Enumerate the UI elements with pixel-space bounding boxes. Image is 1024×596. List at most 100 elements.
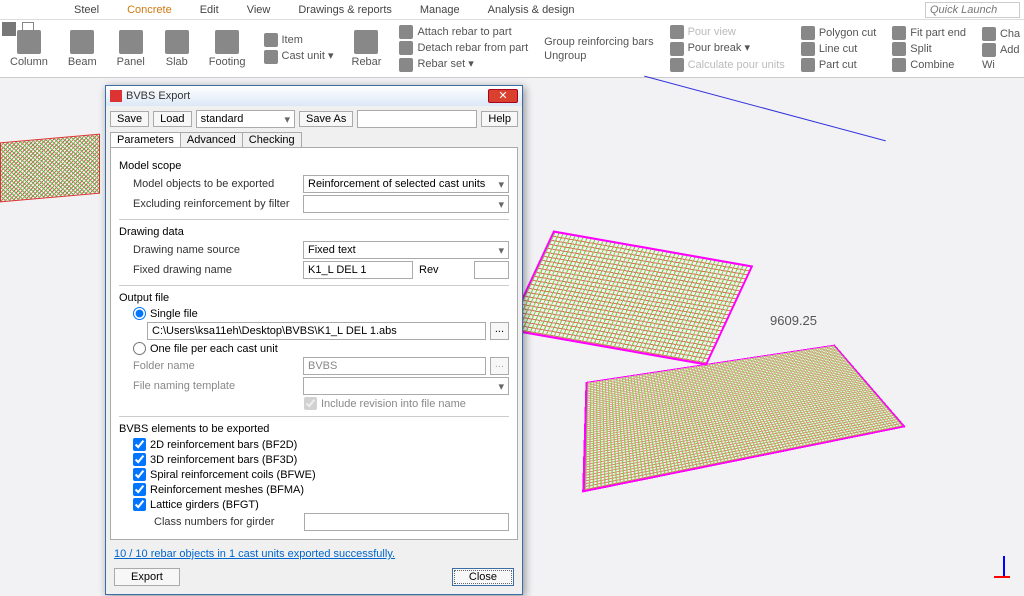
ribbon-pour-break[interactable]: Pour break ▾ bbox=[670, 41, 785, 55]
item-icon bbox=[264, 33, 278, 47]
single-file-path-input[interactable] bbox=[147, 322, 486, 340]
fixed-name-label: Fixed drawing name bbox=[133, 264, 303, 276]
elem-lattice-label: Lattice girders (BFGT) bbox=[150, 499, 259, 511]
include-rev-label: Include revision into file name bbox=[321, 398, 466, 410]
elem-spiral-label: Spiral reinforcement coils (BFWE) bbox=[150, 469, 316, 481]
include-rev-checkbox bbox=[304, 397, 317, 410]
elem-3d-label: 3D reinforcement bars (BF3D) bbox=[150, 454, 297, 466]
ribbon-chamfer[interactable]: Cha bbox=[982, 27, 1020, 41]
rebar-icon bbox=[354, 30, 378, 54]
elem-mesh-checkbox[interactable] bbox=[133, 483, 146, 496]
model-objects-combo[interactable]: Reinforcement of selected cast units bbox=[303, 175, 509, 193]
folder-input bbox=[303, 357, 486, 375]
menu-analysis[interactable]: Analysis & design bbox=[474, 4, 589, 16]
drawing-src-label: Drawing name source bbox=[133, 244, 303, 256]
ribbon-ungroup[interactable]: Ungroup bbox=[544, 50, 653, 62]
panel-icon bbox=[119, 30, 143, 54]
ribbon-wi[interactable]: Wi bbox=[982, 59, 1020, 71]
ribbon-rebar-set[interactable]: Rebar set ▾ bbox=[399, 57, 528, 71]
menu-steel[interactable]: Steel bbox=[60, 4, 113, 16]
folder-browse-button: ... bbox=[490, 357, 509, 375]
close-dialog-button[interactable]: Close bbox=[452, 568, 514, 586]
ribbon-polygon-cut[interactable]: Polygon cut bbox=[801, 26, 876, 40]
load-button[interactable]: Load bbox=[153, 111, 191, 127]
dialog-icon bbox=[110, 90, 122, 102]
single-file-radio[interactable] bbox=[133, 307, 146, 320]
ribbon-added[interactable]: Add bbox=[982, 43, 1020, 57]
menu-manage[interactable]: Manage bbox=[406, 4, 474, 16]
attach-icon bbox=[399, 25, 413, 39]
save-button[interactable]: Save bbox=[110, 111, 149, 127]
menu-edit[interactable]: Edit bbox=[186, 4, 233, 16]
one-per-label: One file per each cast unit bbox=[150, 343, 278, 355]
footing-icon bbox=[215, 30, 239, 54]
elem-2d-label: 2D reinforcement bars (BF2D) bbox=[150, 439, 297, 451]
close-button[interactable]: ✕ bbox=[488, 89, 518, 103]
menu-bar: Steel Concrete Edit View Drawings & repo… bbox=[0, 0, 1024, 20]
ribbon-rebar[interactable]: Rebar bbox=[342, 20, 392, 77]
save-as-button[interactable]: Save As bbox=[299, 111, 353, 127]
ribbon-calc-pour: Calculate pour units bbox=[670, 58, 785, 72]
export-button[interactable]: Export bbox=[114, 568, 180, 586]
elem-lattice-checkbox[interactable] bbox=[133, 498, 146, 511]
ribbon-footing[interactable]: Footing bbox=[199, 20, 256, 77]
ribbon-panel[interactable]: Panel bbox=[107, 20, 155, 77]
drawing-src-combo[interactable]: Fixed text bbox=[303, 241, 509, 259]
tab-advanced[interactable]: Advanced bbox=[180, 132, 243, 147]
exclude-filter-combo[interactable] bbox=[303, 195, 509, 213]
menu-drawings[interactable]: Drawings & reports bbox=[284, 4, 406, 16]
ribbon-beam[interactable]: Beam bbox=[58, 20, 107, 77]
elem-3d-checkbox[interactable] bbox=[133, 453, 146, 466]
dialog-titlebar[interactable]: BVBS Export ✕ bbox=[106, 86, 522, 106]
browse-button[interactable]: ... bbox=[490, 322, 509, 340]
rev-input[interactable] bbox=[474, 261, 509, 279]
output-file-heading: Output file bbox=[119, 292, 509, 304]
ribbon-split[interactable]: Split bbox=[892, 42, 966, 56]
pourview-icon bbox=[670, 25, 684, 39]
rev-label: Rev bbox=[419, 264, 439, 276]
help-button[interactable]: Help bbox=[481, 111, 518, 127]
mesh-block-2 bbox=[582, 345, 906, 493]
save-as-input[interactable] bbox=[357, 110, 477, 128]
detach-icon bbox=[399, 41, 413, 55]
tab-checking[interactable]: Checking bbox=[242, 132, 302, 147]
beam-icon bbox=[70, 30, 94, 54]
elem-2d-checkbox[interactable] bbox=[133, 438, 146, 451]
bvbs-export-dialog: BVBS Export ✕ Save Load standard Save As… bbox=[105, 85, 523, 595]
slab-icon bbox=[165, 30, 189, 54]
split-icon bbox=[892, 42, 906, 56]
menu-concrete[interactable]: Concrete bbox=[113, 4, 186, 16]
axis-gizmo[interactable] bbox=[994, 556, 1014, 586]
cha-icon bbox=[982, 27, 996, 41]
elem-spiral-checkbox[interactable] bbox=[133, 468, 146, 481]
class-numbers-input[interactable] bbox=[304, 513, 509, 531]
add-icon bbox=[982, 43, 996, 57]
ribbon-group-bars[interactable]: Group reinforcing bars bbox=[544, 36, 653, 48]
combine-icon bbox=[892, 58, 906, 72]
ribbon-combine[interactable]: Combine bbox=[892, 58, 966, 72]
tab-parameters[interactable]: Parameters bbox=[110, 132, 181, 147]
naming-label: File naming template bbox=[133, 380, 303, 392]
folder-label: Folder name bbox=[133, 360, 303, 372]
status-link[interactable]: 10 / 10 rebar objects in 1 cast units ex… bbox=[106, 544, 522, 564]
one-per-radio[interactable] bbox=[133, 342, 146, 355]
quick-launch-input[interactable] bbox=[925, 2, 1020, 18]
calc-icon bbox=[670, 58, 684, 72]
ribbon-detach-rebar[interactable]: Detach rebar from part bbox=[399, 41, 528, 55]
app-icon bbox=[2, 22, 16, 36]
menu-view[interactable]: View bbox=[233, 4, 285, 16]
model-objects-label: Model objects to be exported bbox=[133, 178, 303, 190]
fixed-name-input[interactable] bbox=[303, 261, 413, 279]
ribbon-fit-part[interactable]: Fit part end bbox=[892, 26, 966, 40]
ribbon-item[interactable]: Item bbox=[264, 33, 334, 47]
mesh-block-1 bbox=[507, 230, 754, 365]
class-numbers-label: Class numbers for girder bbox=[154, 516, 304, 528]
elements-heading: BVBS elements to be exported bbox=[119, 423, 509, 435]
selection-tool-icon[interactable] bbox=[22, 22, 34, 34]
ribbon-slab[interactable]: Slab bbox=[155, 20, 199, 77]
ribbon-part-cut[interactable]: Part cut bbox=[801, 58, 876, 72]
ribbon-attach-rebar[interactable]: Attach rebar to part bbox=[399, 25, 528, 39]
preset-combo[interactable]: standard bbox=[196, 110, 295, 128]
ribbon-cast-unit[interactable]: Cast unit ▾ bbox=[264, 49, 334, 63]
ribbon-line-cut[interactable]: Line cut bbox=[801, 42, 876, 56]
